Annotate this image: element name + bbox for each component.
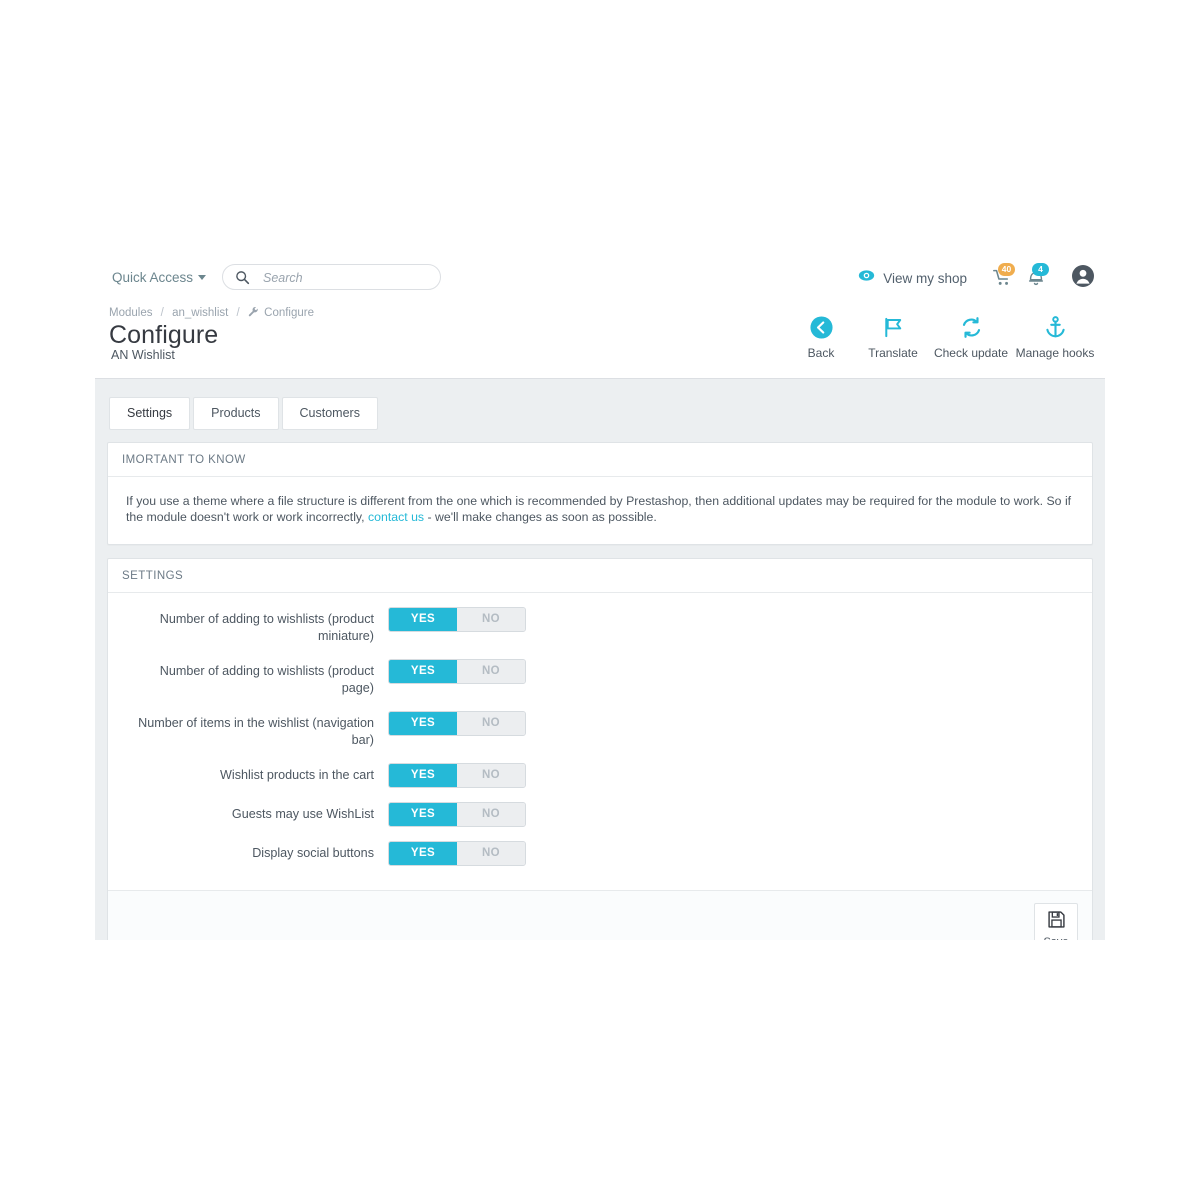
account-menu-button[interactable]: [1069, 264, 1097, 292]
save-button[interactable]: Save: [1034, 902, 1078, 940]
floppy-disk-icon: [1047, 910, 1066, 934]
toggle-yes-option[interactable]: YES: [389, 711, 457, 735]
refresh-icon: [959, 312, 984, 342]
back-button[interactable]: Back: [785, 312, 857, 360]
setting-label: Number of adding to wishlists (product p…: [159, 663, 374, 695]
flag-icon: [881, 312, 906, 342]
toggle-number-adding-product-page[interactable]: YES NO: [388, 658, 526, 684]
toggle-no-option[interactable]: NO: [457, 711, 525, 735]
check-update-button[interactable]: Check update: [929, 312, 1013, 360]
notifications-button[interactable]: 4: [1019, 263, 1053, 292]
tab-products[interactable]: Products: [193, 397, 279, 430]
toggle-wishlist-products-in-cart[interactable]: YES NO: [388, 762, 526, 788]
breadcrumb-item-an-wishlist[interactable]: an_wishlist: [172, 307, 228, 319]
page-title: Configure: [109, 321, 219, 349]
top-header-bar: Quick Access Search View my shop 40 4: [95, 252, 1105, 302]
tab-customers[interactable]: Customers: [281, 397, 378, 430]
breadcrumb-item-configure: Configure: [264, 307, 315, 319]
eye-icon: [858, 267, 875, 289]
toolbar-actions: Back Translate Check update Manage hooks: [785, 312, 1097, 360]
setting-label: Display social buttons: [252, 845, 374, 860]
back-arrow-circle-icon: [809, 312, 834, 342]
manage-hooks-button-label: Manage hooks: [1015, 346, 1095, 360]
tab-settings[interactable]: Settings: [109, 397, 191, 430]
check-update-button-label: Check update: [933, 346, 1009, 360]
setting-row: Number of adding to wishlists (product m…: [126, 606, 1074, 645]
quick-access-label: Quick Access: [112, 270, 194, 285]
search-icon: [235, 270, 250, 285]
view-my-shop-label: View my shop: [883, 270, 967, 286]
avatar-icon: [1071, 264, 1095, 293]
toggle-number-adding-product-miniature[interactable]: YES NO: [388, 606, 526, 632]
settings-panel: SETTINGS Number of adding to wishlists (…: [107, 557, 1093, 940]
anchor-icon: [1043, 312, 1068, 342]
content-area: Settings Products Customers IMORTANT TO …: [95, 379, 1105, 940]
view-my-shop-link[interactable]: View my shop: [858, 267, 967, 289]
setting-label: Wishlist products in the cart: [220, 767, 374, 782]
settings-form: Number of adding to wishlists (product m…: [108, 593, 1092, 890]
notification-badge: 4: [1032, 263, 1049, 276]
important-text-after-link: - we'll make changes as soon as possible…: [424, 510, 657, 525]
breadcrumb: Modules / an_wishlist / Configure: [109, 306, 314, 319]
translate-button[interactable]: Translate: [857, 312, 929, 360]
translate-button-label: Translate: [868, 346, 918, 360]
toggle-yes-option[interactable]: YES: [389, 607, 457, 631]
header-right-cluster: View my shop 40 4: [858, 263, 1097, 292]
setting-label: Number of items in the wishlist (navigat…: [138, 715, 374, 747]
setting-row: Display social buttons YES NO: [126, 840, 1074, 866]
tab-bar: Settings Products Customers: [107, 397, 1093, 430]
setting-row: Wishlist products in the cart YES NO: [126, 762, 1074, 788]
search-input[interactable]: [261, 265, 437, 291]
search-box[interactable]: [222, 264, 441, 291]
setting-label: Number of adding to wishlists (product m…: [159, 611, 374, 643]
page-subtitle: AN Wishlist: [111, 348, 175, 362]
setting-row: Number of adding to wishlists (product p…: [126, 658, 1074, 697]
toggle-display-social-buttons[interactable]: YES NO: [388, 840, 526, 866]
shopping-cart-button[interactable]: 40: [985, 263, 1019, 292]
toggle-no-option[interactable]: NO: [457, 607, 525, 631]
setting-row: Number of items in the wishlist (navigat…: [126, 710, 1074, 749]
toggle-guests-may-use-wishlist[interactable]: YES NO: [388, 801, 526, 827]
toggle-no-option[interactable]: NO: [457, 802, 525, 826]
important-to-know-panel: IMORTANT TO KNOW If you use a theme wher…: [107, 442, 1093, 545]
settings-panel-heading: SETTINGS: [108, 559, 1092, 593]
cart-badge: 40: [998, 263, 1015, 276]
toggle-yes-option[interactable]: YES: [389, 802, 457, 826]
toggle-yes-option[interactable]: YES: [389, 763, 457, 787]
important-panel-heading: IMORTANT TO KNOW: [108, 443, 1092, 477]
prestashop-admin-app: Quick Access Search View my shop 40 4 Mo…: [95, 252, 1105, 940]
toggle-no-option[interactable]: NO: [457, 841, 525, 865]
breadcrumb-item-modules[interactable]: Modules: [109, 307, 152, 319]
important-panel-body: If you use a theme where a file structur…: [108, 477, 1092, 544]
breadcrumb-separator-1: /: [160, 307, 164, 319]
screenshot-canvas: Quick Access Search View my shop 40 4 Mo…: [0, 0, 1200, 1200]
setting-row: Guests may use WishList YES NO: [126, 801, 1074, 827]
contact-us-link[interactable]: contact us: [368, 510, 424, 524]
toggle-yes-option[interactable]: YES: [389, 841, 457, 865]
setting-label: Guests may use WishList: [231, 806, 374, 821]
save-button-label: Save: [1043, 936, 1068, 940]
breadcrumb-separator-2: /: [236, 307, 240, 319]
toggle-no-option[interactable]: NO: [457, 659, 525, 683]
page-toolbar: Modules / an_wishlist / Configure Config…: [95, 302, 1105, 379]
settings-panel-footer: Save: [108, 889, 1092, 940]
wrench-icon: [248, 306, 259, 317]
back-button-label: Back: [807, 346, 835, 360]
toggle-yes-option[interactable]: YES: [389, 659, 457, 683]
chevron-down-icon: [198, 275, 207, 280]
toggle-number-items-navigation-bar[interactable]: YES NO: [388, 710, 526, 736]
quick-access-menu[interactable]: Quick Access: [112, 270, 207, 285]
toggle-no-option[interactable]: NO: [457, 763, 525, 787]
important-panel-text: If you use a theme where a file structur…: [126, 493, 1074, 526]
manage-hooks-button[interactable]: Manage hooks: [1013, 312, 1097, 360]
